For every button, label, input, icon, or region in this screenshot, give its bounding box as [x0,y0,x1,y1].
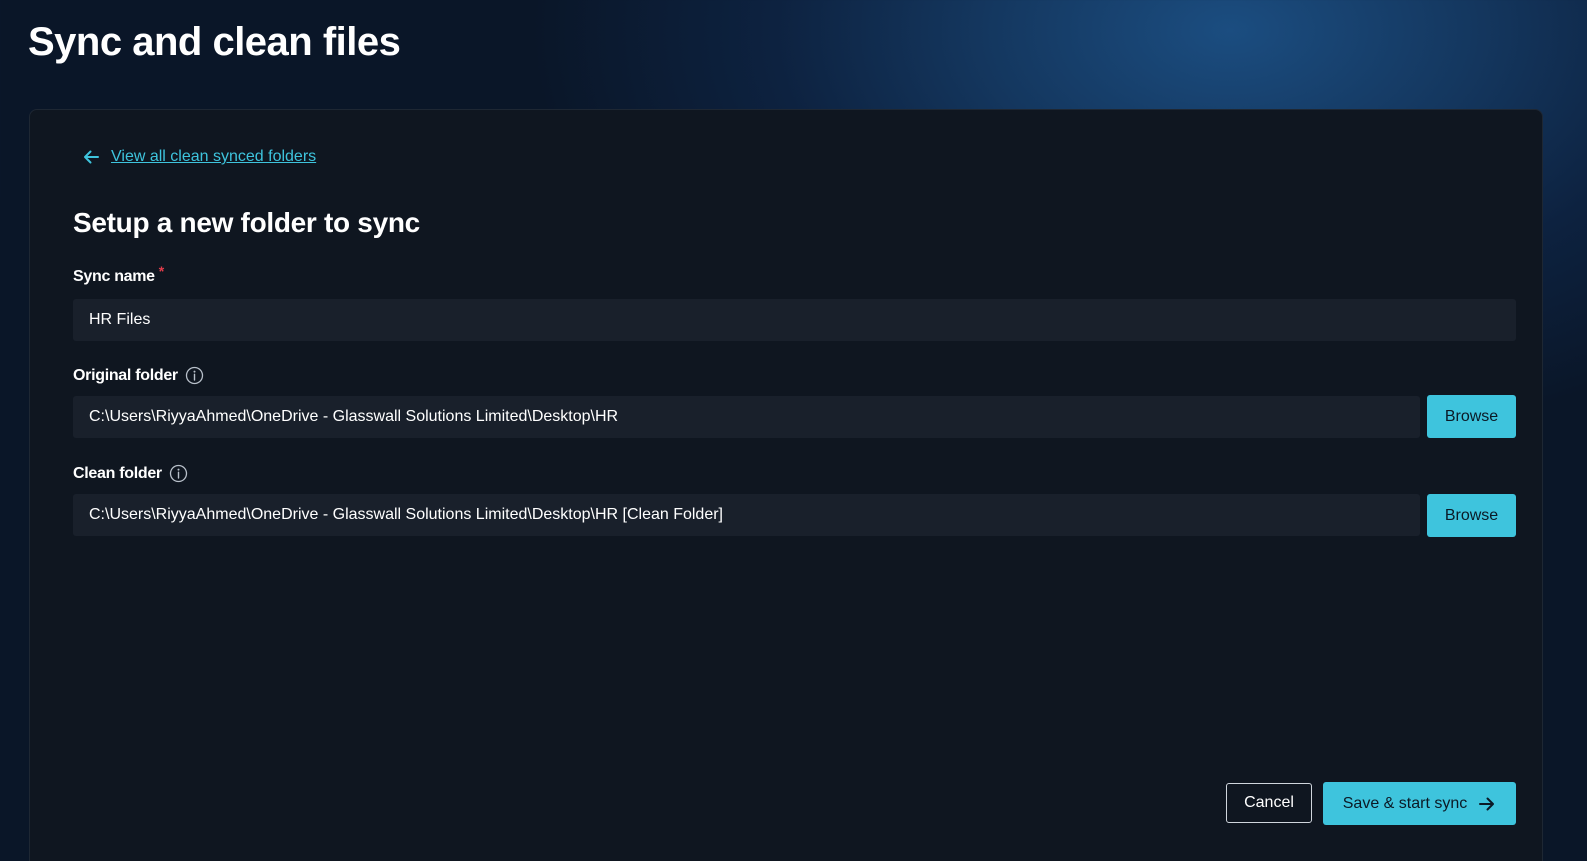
sync-name-input[interactable] [73,299,1516,341]
view-all-synced-folders-link[interactable]: View all clean synced folders [82,148,316,166]
sync-name-label: Sync name * [73,263,164,286]
original-folder-browse-button[interactable]: Browse [1427,395,1516,438]
clean-folder-label-text: Clean folder [73,464,162,482]
page-title: Sync and clean files [28,20,401,64]
arrow-left-icon [82,148,100,166]
original-folder-label-text: Original folder [73,366,178,384]
clean-folder-input[interactable] [73,494,1420,536]
sync-setup-panel: View all clean synced folders Setup a ne… [29,109,1543,861]
clean-folder-label: Clean folder [73,464,188,483]
save-and-start-sync-button[interactable]: Save & start sync [1323,782,1516,825]
clean-folder-browse-button[interactable]: Browse [1427,494,1516,537]
form-title: Setup a new folder to sync [73,207,420,238]
original-folder-label: Original folder [73,366,204,385]
save-button-label: Save & start sync [1342,794,1468,812]
required-marker: * [158,263,164,279]
original-folder-input[interactable] [73,396,1420,438]
info-icon[interactable] [185,366,204,385]
info-icon[interactable] [169,464,188,483]
cancel-button[interactable]: Cancel [1226,783,1312,823]
back-link-label: View all clean synced folders [111,148,317,165]
arrow-right-icon [1478,795,1496,813]
sync-name-label-text: Sync name [73,268,155,285]
